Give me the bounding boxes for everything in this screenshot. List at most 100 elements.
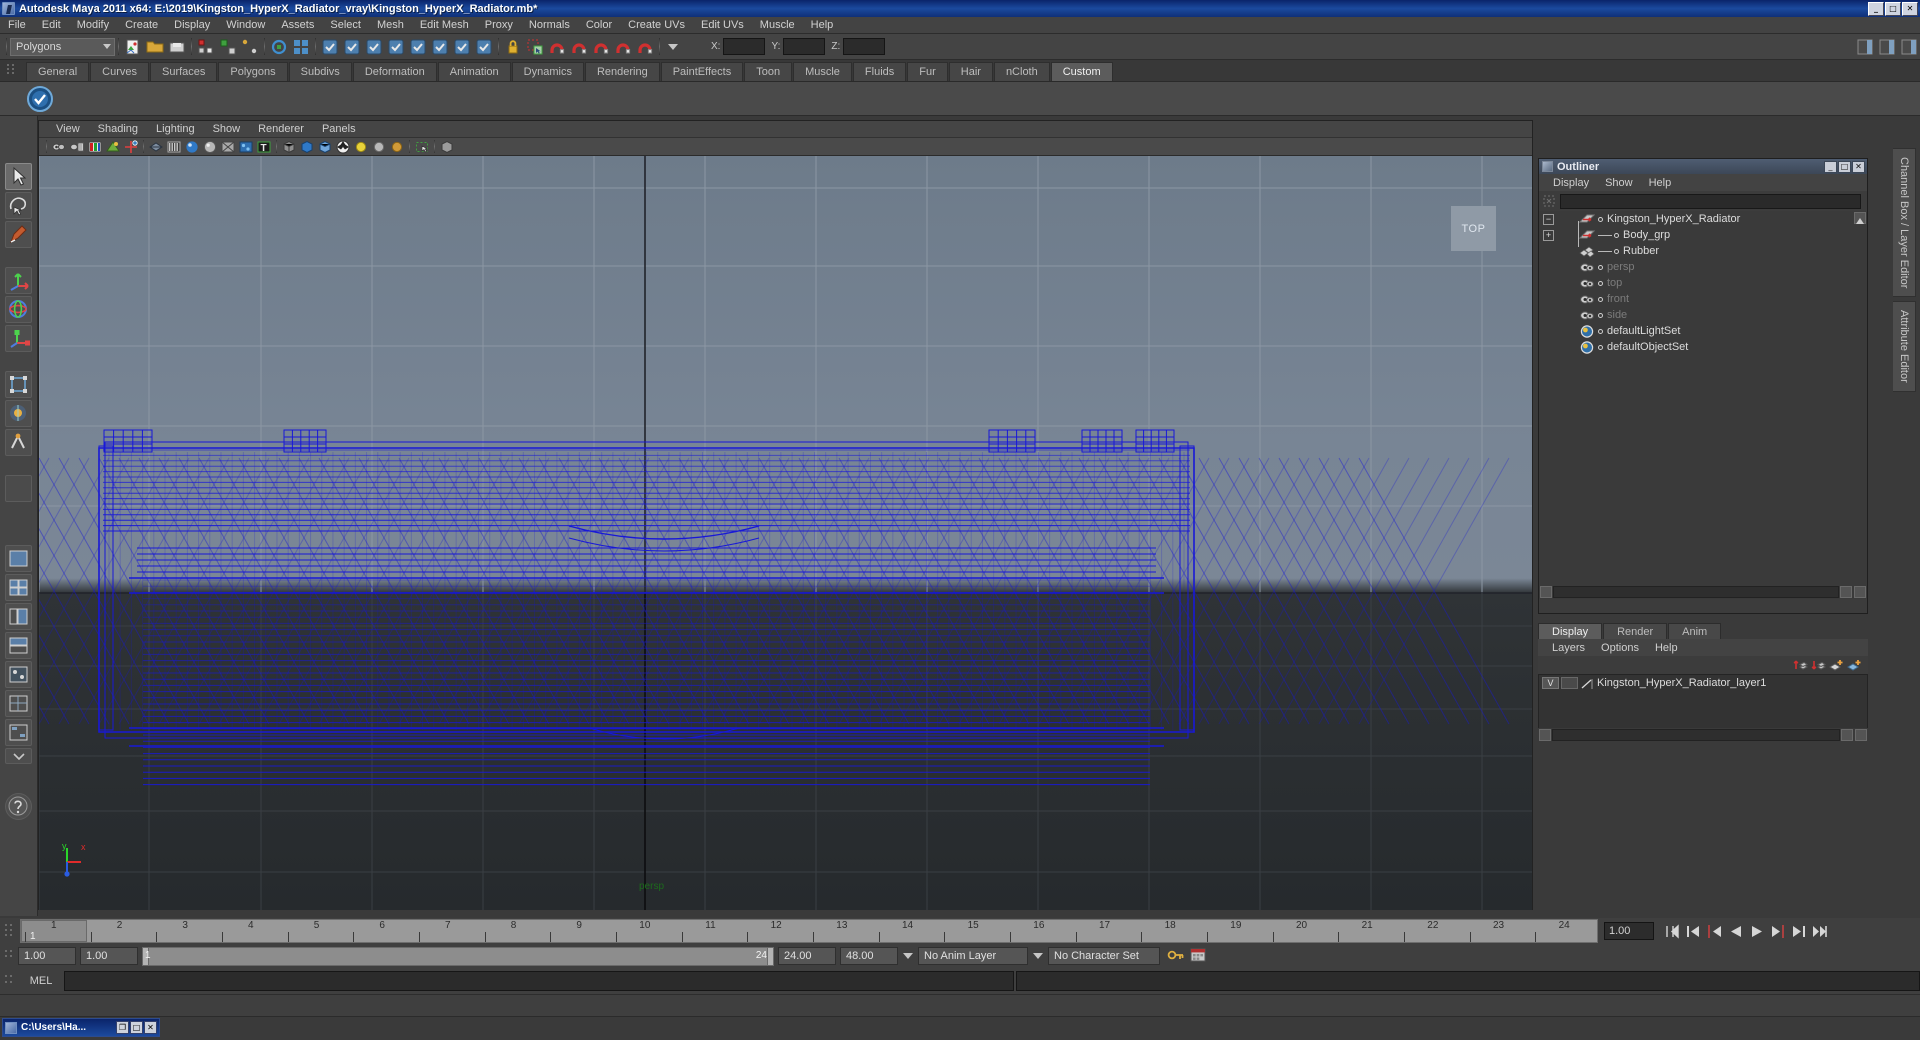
expand-collapse-icon[interactable]: − (1543, 213, 1554, 225)
layer-menu-layers[interactable]: Layers (1544, 642, 1593, 654)
range-end-time-field[interactable]: 24.00 (778, 947, 836, 965)
layer-visibility-toggle[interactable]: V (1542, 676, 1559, 689)
menu-window[interactable]: Window (218, 17, 273, 33)
viewport-menu-panels[interactable]: Panels (313, 123, 365, 135)
viewport-menu-renderer[interactable]: Renderer (249, 123, 313, 135)
play-forwards-button[interactable] (1747, 922, 1766, 941)
layer-list[interactable]: V Kingston_HyperX_Radiator_layer1 (1538, 674, 1868, 732)
quick-layout-outliner-icon[interactable] (5, 603, 32, 630)
outliner-window-controls[interactable]: _ □ ✕ (1824, 160, 1867, 173)
range-slider-grip[interactable] (2, 946, 18, 966)
two-sided-lighting-icon[interactable] (105, 139, 121, 155)
console-close-button[interactable]: ✕ (144, 1021, 157, 1034)
command-line-grip[interactable] (2, 970, 18, 992)
scroll-left-icon[interactable] (1540, 586, 1552, 598)
layer-scroll-right2-icon[interactable] (1855, 729, 1867, 741)
quick-layout-more-icon[interactable] (5, 748, 32, 764)
outliner-item[interactable]: Rubber (1539, 243, 1867, 259)
layer-playback-toggle[interactable] (1561, 676, 1578, 689)
shelf-tab-hair[interactable]: Hair (948, 62, 993, 81)
new-layer-from-selected-icon[interactable] (1847, 658, 1862, 672)
shelf-grip[interactable] (4, 62, 18, 80)
menu-edit[interactable]: Edit (34, 17, 69, 33)
menu-muscle[interactable]: Muscle (752, 17, 803, 33)
playback-controls[interactable] (1662, 922, 1830, 941)
shadows-icon[interactable] (281, 139, 297, 155)
layer-scroll-track[interactable] (1552, 729, 1840, 741)
viewport-menu-view[interactable]: View (47, 123, 89, 135)
high-quality-render-icon[interactable] (335, 139, 351, 155)
range-start-time-field[interactable]: 1.00 (80, 947, 138, 965)
viewport-menu-shading[interactable]: Shading (89, 123, 147, 135)
smooth-shade-all-icon[interactable] (166, 139, 182, 155)
node-dot-icon[interactable] (1598, 216, 1603, 222)
open-scene-icon[interactable] (145, 37, 165, 57)
layer-tab-anim[interactable]: Anim (1668, 623, 1722, 639)
shelf-tab-polygons[interactable]: Polygons (218, 62, 288, 81)
viewport-menu-lighting[interactable]: Lighting (147, 123, 204, 135)
menu-mesh[interactable]: Mesh (369, 17, 412, 33)
scroll-right2-icon[interactable] (1854, 586, 1866, 598)
step-forward-frame-button[interactable] (1768, 922, 1787, 941)
layer-editor-buttons[interactable] (1538, 656, 1868, 674)
magnet-curve-icon[interactable] (569, 37, 589, 57)
auto-key-icon[interactable] (1166, 946, 1186, 966)
show-hide-attribute-editor-icon[interactable] (1855, 37, 1875, 57)
range-bar[interactable]: 1 24 (142, 946, 774, 966)
layer-color-swatch[interactable] (1580, 677, 1593, 689)
ipr-render-icon[interactable] (364, 37, 384, 57)
toolbar-icon-group-file[interactable] (122, 37, 188, 57)
select-camera-icon[interactable] (51, 139, 67, 155)
camera-attributes-icon[interactable] (69, 139, 85, 155)
select-by-object-icon[interactable] (218, 37, 238, 57)
coord-x-field[interactable] (723, 38, 766, 55)
expand-collapse-icon[interactable]: + (1543, 229, 1554, 241)
snap-to-grid-icon[interactable] (269, 37, 289, 57)
smooth-shade-selected-icon[interactable] (184, 139, 200, 155)
search-filter-icon[interactable] (1542, 194, 1556, 208)
animation-preferences-icon[interactable] (1188, 946, 1208, 966)
outliner-item[interactable]: side (1539, 307, 1867, 323)
scroll-right-icon[interactable] (1840, 586, 1852, 598)
xray-joints-icon[interactable] (317, 139, 333, 155)
outliner-vertical-scrollbar[interactable] (1853, 211, 1867, 599)
snap-to-curve-icon[interactable] (291, 37, 311, 57)
outliner-item[interactable]: + Body_grp (1539, 227, 1867, 243)
new-layer-icon[interactable] (1829, 658, 1844, 672)
isolate-select-icon[interactable] (414, 139, 430, 155)
command-input-field[interactable] (64, 971, 1014, 991)
menu-help[interactable]: Help (803, 17, 842, 33)
anim-layer-chevron-icon[interactable] (1033, 953, 1043, 959)
wireframe-shading-icon[interactable] (148, 139, 164, 155)
menu-proxy[interactable]: Proxy (477, 17, 521, 33)
light-grey-icon[interactable] (371, 139, 387, 155)
magnet-plane-icon[interactable] (613, 37, 633, 57)
select-marquee-icon[interactable] (525, 37, 545, 57)
light-yellow-icon[interactable] (353, 139, 369, 155)
node-dot-icon[interactable] (1598, 344, 1603, 350)
scale-tool[interactable] (5, 325, 32, 352)
field-mode-chevron-icon[interactable] (668, 43, 678, 50)
outliner-close-button[interactable]: ✕ (1852, 160, 1865, 173)
outliner-item[interactable]: − Kingston_HyperX_Radiator (1539, 211, 1867, 227)
toolbar-icon-group-snap[interactable] (268, 37, 312, 57)
minimize-button[interactable]: _ (1868, 1, 1884, 16)
shelf-tab-rendering[interactable]: Rendering (584, 62, 660, 81)
outliner-item[interactable]: defaultLightSet (1539, 323, 1867, 339)
render-view-icon[interactable] (430, 37, 450, 57)
node-dot-icon[interactable] (1614, 232, 1619, 238)
node-dot-icon[interactable] (1598, 280, 1603, 286)
console-window-controls[interactable]: ❐ □ ✕ (116, 1021, 159, 1034)
node-dot-icon[interactable] (1598, 312, 1603, 318)
construction-history-icon[interactable] (320, 37, 340, 57)
go-to-end-button[interactable] (1810, 922, 1829, 941)
quick-layout-relationship-icon[interactable] (5, 719, 32, 746)
new-scene-icon[interactable] (123, 37, 143, 57)
outliner-menu-display[interactable]: Display (1545, 177, 1597, 189)
shelf-tab-toon[interactable]: Toon (744, 62, 793, 81)
console-restore-button[interactable]: ❐ (116, 1021, 129, 1034)
shelf-tab-dynamics[interactable]: Dynamics (511, 62, 584, 81)
shelf-tab-deformation[interactable]: Deformation (352, 62, 437, 81)
range-handle-right[interactable] (767, 947, 773, 965)
scroll-up-icon[interactable] (1854, 212, 1866, 224)
